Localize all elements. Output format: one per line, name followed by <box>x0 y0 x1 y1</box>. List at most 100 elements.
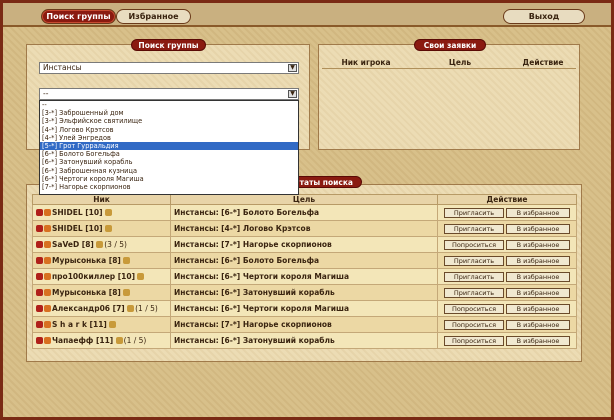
goal-cell: Инстансы: [7-*] Нагорье скорпионов <box>170 316 438 333</box>
results-table: Ник Цель Действие SHIDEL [10] Инстансы: … <box>32 194 577 349</box>
clan-icon <box>44 304 51 312</box>
invite-button[interactable]: Попроситься <box>444 239 504 250</box>
goal-type: Инстансы: <box>174 223 219 233</box>
goal-location: [6-*] Болото Богельфа <box>221 207 320 217</box>
table-row: про100киллер [10] Инстансы: [6-*] Чертог… <box>32 268 577 285</box>
col-nick: Ник игрока <box>341 58 391 67</box>
player-nick[interactable]: SaVeD [8] <box>52 240 94 249</box>
add-favorite-button[interactable]: В избранное <box>506 271 570 282</box>
clan-icon <box>44 272 51 280</box>
dropdown-option[interactable]: [3-*] Заброшенный дом <box>40 109 298 117</box>
player-nick[interactable]: про100киллер [10] <box>52 272 135 281</box>
dropdown-option[interactable]: -- <box>40 101 298 109</box>
chevron-down-icon[interactable]: ▼ <box>288 64 297 72</box>
col-nick: Ник <box>32 194 171 205</box>
dropdown-option[interactable]: [4-*] Логово Крэтсов <box>40 126 298 134</box>
player-nick[interactable]: Мурысонька [8] <box>52 256 121 265</box>
action-cell: Пригласить В избранное <box>437 268 577 285</box>
rank-icon <box>109 320 117 328</box>
info-icon[interactable] <box>36 240 43 248</box>
tab-search-group[interactable]: Поиск группы <box>41 9 116 24</box>
action-cell: Пригласить В избранное <box>437 284 577 301</box>
add-favorite-button[interactable]: В избранное <box>506 303 570 314</box>
top-bar: Поиск группы Избранное Выход <box>3 3 611 27</box>
goal-cell: Инстансы: [6-*] Болото Богельфа <box>170 252 438 269</box>
invite-button[interactable]: Пригласить <box>444 287 504 298</box>
group-count: (3 / 5) <box>104 239 127 249</box>
add-favorite-button[interactable]: В избранное <box>506 335 570 346</box>
add-favorite-button[interactable]: В избранное <box>506 319 570 330</box>
player-nick[interactable]: SHIDEL [10] <box>52 208 103 217</box>
goal-cell: Инстансы: [6-*] Затонувший корабль <box>170 284 438 301</box>
dropdown-option[interactable]: [6-*] Болото Богельфа <box>40 150 298 158</box>
clan-icon <box>44 240 51 248</box>
nick-cell: про100киллер [10] <box>32 268 171 285</box>
clan-icon <box>44 336 51 344</box>
search-panel-title: Поиск группы <box>131 39 206 51</box>
player-nick[interactable]: SHIDEL [10] <box>52 224 103 233</box>
goal-location: [6-*] Затонувший корабль <box>221 335 335 345</box>
goal-type: Инстансы: <box>174 255 219 265</box>
invite-button[interactable]: Попроситься <box>444 335 504 346</box>
info-icon[interactable] <box>36 224 43 232</box>
location-value: -- <box>43 89 49 98</box>
goal-cell: Инстансы: [4-*] Логово Крэтсов <box>170 220 438 237</box>
dropdown-option[interactable]: [4-*] Улей Энгредов <box>40 134 298 142</box>
info-icon[interactable] <box>36 288 43 296</box>
info-icon[interactable] <box>36 272 43 280</box>
add-favorite-button[interactable]: В избранное <box>506 223 570 234</box>
location-select[interactable]: -- ▼ <box>39 88 299 100</box>
nick-cell: S h a r k [11] <box>32 316 171 333</box>
dropdown-option[interactable]: [5-*] Грот Гурральдия <box>40 141 298 151</box>
rank-icon <box>104 224 112 232</box>
rank-icon <box>104 208 112 216</box>
add-favorite-button[interactable]: В избранное <box>506 287 570 298</box>
chevron-down-icon[interactable]: ▼ <box>288 90 297 98</box>
player-nick[interactable]: S h a r k [11] <box>52 320 107 329</box>
player-nick[interactable]: Мурысонька [8] <box>52 288 121 297</box>
nick-cell: Мурысонька [8] <box>32 284 171 301</box>
goal-cell: Инстансы: [6-*] Чертоги короля Магиша <box>170 300 438 317</box>
invite-button[interactable]: Пригласить <box>444 255 504 266</box>
nick-cell: Мурысонька [8] <box>32 252 171 269</box>
table-row: S h a r k [11] Инстансы: [7-*] Нагорье с… <box>32 316 577 333</box>
exit-button[interactable]: Выход <box>503 9 585 24</box>
table-row: SHIDEL [10] Инстансы: [6-*] Болото Богел… <box>32 204 577 221</box>
player-nick[interactable]: Чапаефф [11] <box>52 336 113 345</box>
action-cell: Попроситься В избранное <box>437 332 577 349</box>
info-icon[interactable] <box>36 256 43 264</box>
goal-location: [6-*] Болото Богельфа <box>221 255 320 265</box>
dropdown-option[interactable]: [6-*] Затонувший корабль <box>40 158 298 166</box>
table-row: SHIDEL [10] Инстансы: [4-*] Логово Крэтс… <box>32 220 577 237</box>
add-favorite-button[interactable]: В избранное <box>506 255 570 266</box>
dropdown-option[interactable]: [3-*] Эльфийское святилище <box>40 117 298 125</box>
invite-button[interactable]: Пригласить <box>444 223 504 234</box>
action-cell: Попроситься В избранное <box>437 316 577 333</box>
info-icon[interactable] <box>36 208 43 216</box>
info-icon[interactable] <box>36 304 43 312</box>
info-icon[interactable] <box>36 336 43 344</box>
invite-button[interactable]: Попроситься <box>444 319 504 330</box>
add-favorite-button[interactable]: В избранное <box>506 207 570 218</box>
player-nick[interactable]: Александр06 [7] <box>52 304 125 313</box>
goal-location: [6-*] Чертоги короля Магиша <box>221 303 350 313</box>
goal-cell: Инстансы: [6-*] Болото Богельфа <box>170 204 438 221</box>
invite-button[interactable]: Пригласить <box>444 271 504 282</box>
tab-favorites[interactable]: Избранное <box>116 9 191 24</box>
col-action: Действие <box>437 194 577 205</box>
dropdown-option[interactable]: [6-*] Заброшенная кузница <box>40 167 298 175</box>
group-count: (1 / 5) <box>135 303 158 313</box>
goal-type: Инстансы: <box>174 303 219 313</box>
goal-type: Инстансы: <box>174 335 219 345</box>
category-select[interactable]: Инстансы ▼ <box>39 62 299 74</box>
dropdown-option[interactable]: [6-*] Чертоги короля Магиша <box>40 175 298 183</box>
rank-icon <box>123 256 131 264</box>
add-favorite-button[interactable]: В избранное <box>506 239 570 250</box>
action-cell: Пригласить В избранное <box>437 220 577 237</box>
info-icon[interactable] <box>36 320 43 328</box>
invite-button[interactable]: Пригласить <box>444 207 504 218</box>
dropdown-option[interactable]: [7-*] Нагорье скорпионов <box>40 183 298 191</box>
action-cell: Попроситься В избранное <box>437 236 577 253</box>
invite-button[interactable]: Попроситься <box>444 303 504 314</box>
goal-type: Инстансы: <box>174 239 219 249</box>
